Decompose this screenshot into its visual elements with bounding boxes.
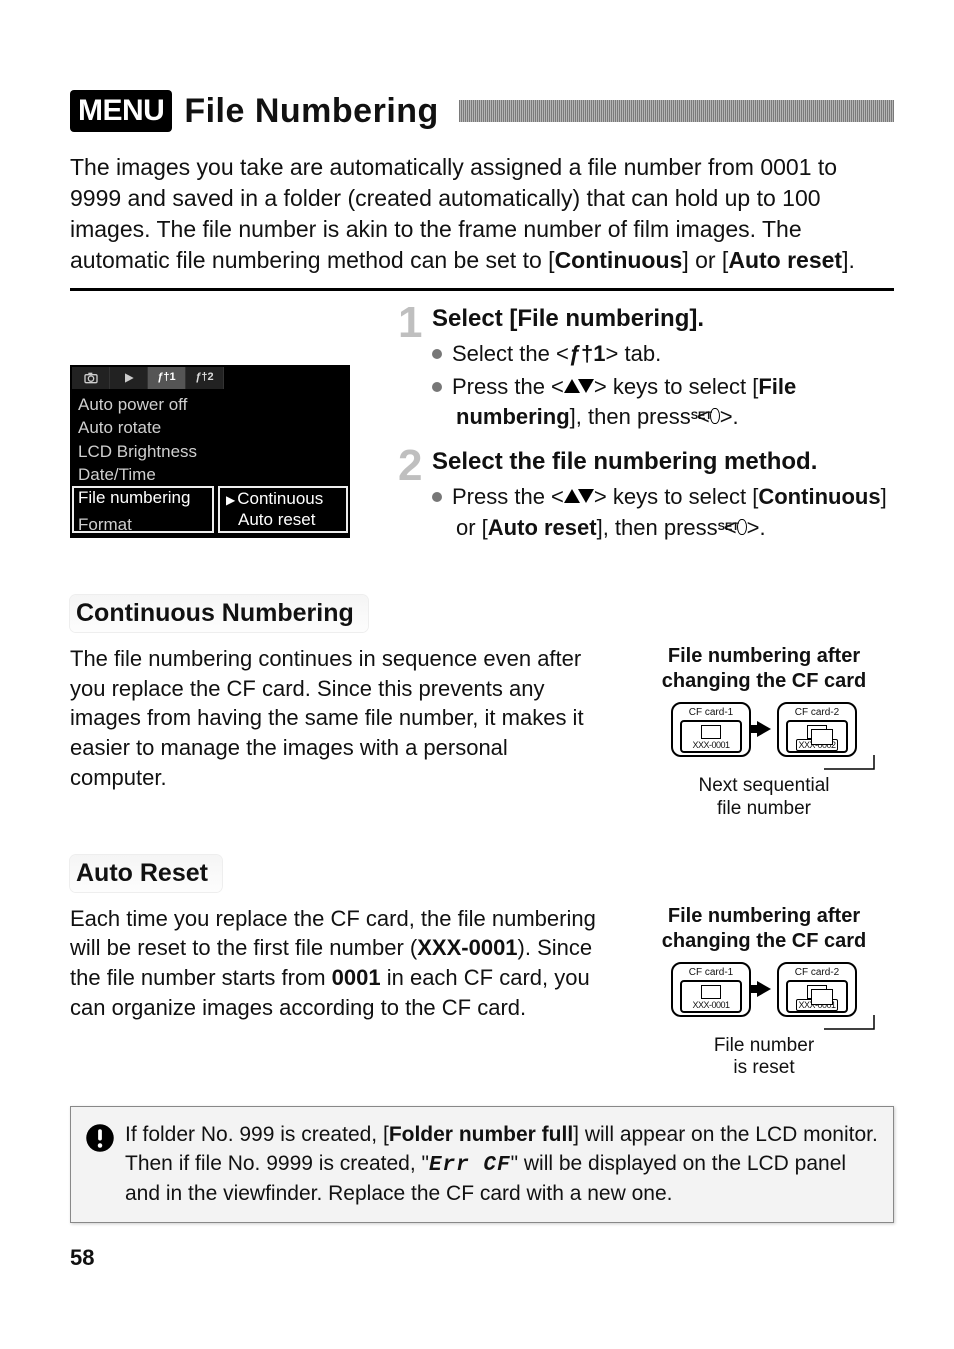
cf-card-2-label: CF card-2: [795, 707, 839, 718]
lcd-pointer-icon: ▶: [226, 493, 235, 507]
cf-card-1: CF card-1 XXX-0001: [671, 702, 751, 757]
figure-title-line2: changing the CF card: [662, 930, 866, 952]
menu-badge: MENU: [70, 90, 172, 132]
leader-line-icon: [824, 1015, 884, 1039]
step-1-bullet-1: Select the <ƒ†1> tab.: [432, 339, 894, 369]
step-2-title: Select the file numbering method.: [432, 448, 894, 476]
title-decorative-bar: [459, 100, 894, 122]
warning-note: If folder No. 999 is created, [Folder nu…: [70, 1106, 894, 1223]
tab-ref: ƒ†1: [569, 341, 606, 366]
figure-title-line1: File numbering after: [668, 645, 860, 667]
intro-option-autoreset: Auto reset: [728, 247, 842, 273]
cf-card-1-filename: XXX-0001: [692, 1000, 729, 1010]
lcd-item-date-time: Date/Time: [72, 463, 348, 486]
camera-icon: [83, 370, 99, 386]
lcd-item-auto-rotate: Auto rotate: [72, 416, 348, 439]
step-1: 1 Select [File numbering]. Select the <ƒ…: [398, 305, 894, 434]
step-1-bullet-2: Press the <> keys to select [File number…: [432, 372, 894, 433]
lcd-file-numbering-options: ▶Continuous Auto reset: [218, 486, 348, 533]
start-number: 0001: [332, 965, 381, 990]
page-number: 58: [70, 1245, 894, 1271]
caption-line1: File number: [714, 1035, 814, 1056]
bullet-icon: [432, 349, 442, 359]
image-icon: [701, 985, 721, 999]
bullet-icon: [432, 382, 442, 392]
playback-icon: [121, 370, 137, 386]
step-2: 2 Select the file numbering method. Pres…: [398, 448, 894, 545]
auto-reset-figure: File numbering after changing the CF car…: [634, 904, 894, 1081]
intro-end: ].: [842, 247, 855, 273]
arrow-icon: [757, 981, 771, 997]
err-cf-message: Err CF: [429, 1154, 511, 1177]
set-key-icon: SET: [710, 408, 720, 424]
image-stack-icon: [807, 725, 827, 739]
continuous-figure: File numbering after changing the CF car…: [634, 644, 894, 821]
warning-icon: [85, 1123, 115, 1153]
auto-reset-description: Each time you replace the CF card, the f…: [70, 904, 608, 1023]
cf-card-1-label: CF card-1: [689, 707, 733, 718]
option-continuous: Continuous: [758, 484, 880, 509]
figure-title-line1: File numbering after: [668, 905, 860, 927]
caption-line1: Next sequential: [699, 775, 830, 796]
cf-card-1: CF card-1 XXX-0001: [671, 962, 751, 1017]
page-title-row: MENU File Numbering: [70, 90, 894, 132]
step-2-bullet-1: Press the <> keys to select [Continuous]…: [432, 482, 894, 543]
lcd-tab-camera1: [72, 367, 110, 389]
lcd-item-auto-power-off: Auto power off: [72, 393, 348, 416]
step-1-number: 1: [398, 305, 422, 434]
intro-paragraph: The images you take are automatically as…: [70, 152, 894, 276]
image-icon: [701, 725, 721, 739]
heading-continuous-numbering: Continuous Numbering: [70, 595, 368, 632]
camera-lcd-menu: ƒ†1 ƒ†2 Auto power off Auto rotate LCD B…: [70, 365, 350, 538]
lcd-option-auto-reset: Auto reset: [226, 509, 340, 530]
step-2-number: 2: [398, 448, 422, 545]
lcd-tab-setup2: ƒ†2: [186, 367, 224, 389]
up-down-keys-icon: [564, 489, 594, 503]
continuous-description: The file numbering continues in sequence…: [70, 644, 608, 792]
separator-line: [70, 288, 894, 291]
figure-title-line2: changing the CF card: [662, 670, 866, 692]
set-key-icon: SET: [737, 519, 747, 535]
folder-full-message: Folder number full: [389, 1123, 573, 1146]
caption-line2: file number: [717, 798, 811, 819]
lcd-option-continuous: Continuous: [237, 489, 323, 508]
cf-card-2: CF card-2 XXX-0002: [777, 702, 857, 757]
intro-mid: ] or [: [682, 247, 728, 273]
cf-card-1-filename: XXX-0001: [692, 740, 729, 750]
step-1-title: Select [File numbering].: [432, 305, 894, 333]
bullet-icon: [432, 492, 442, 502]
arrow-icon: [757, 721, 771, 737]
up-down-keys-icon: [564, 379, 594, 393]
option-auto-reset: Auto reset: [488, 515, 597, 540]
lcd-tab-playback: [110, 367, 148, 389]
lcd-tab-setup1: ƒ†1: [148, 367, 186, 389]
leader-line-icon: [824, 755, 884, 779]
cf-card-2-label: CF card-2: [795, 967, 839, 978]
image-stack-icon: [807, 985, 827, 999]
cf-card-1-label: CF card-1: [689, 967, 733, 978]
caption-line2: is reset: [733, 1057, 794, 1078]
lcd-item-lcd-brightness: LCD Brightness: [72, 440, 348, 463]
page-title: File Numbering: [184, 92, 438, 131]
filename-pattern: XXX-0001: [417, 935, 517, 960]
intro-option-continuous: Continuous: [555, 247, 683, 273]
heading-auto-reset: Auto Reset: [70, 855, 222, 892]
cf-card-2: CF card-2 XXX-0001: [777, 962, 857, 1017]
